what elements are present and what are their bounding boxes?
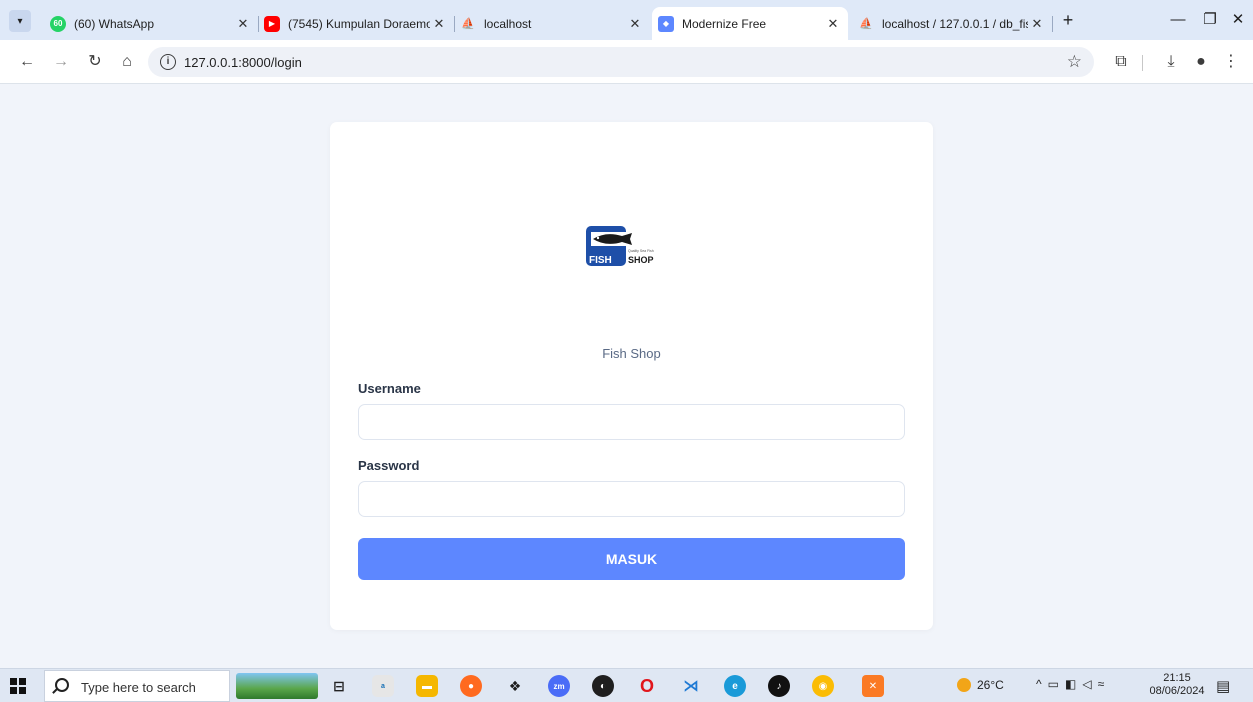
modernize-icon: ◆ bbox=[658, 15, 674, 32]
browser-tab-strip: ▾ 60 (60) WhatsApp ✕ ▶ (7545) Kumpulan D… bbox=[0, 0, 1253, 40]
notification-icon[interactable]: ▤ bbox=[1216, 677, 1230, 695]
home-icon[interactable]: ⌂ bbox=[116, 51, 138, 73]
brand-subtitle: Fish Shop bbox=[602, 346, 661, 361]
tab-title: Modernize Free bbox=[682, 16, 767, 31]
compass-app-icon[interactable]: ◐ bbox=[592, 675, 614, 697]
tab-modernize-free[interactable]: ◆ Modernize Free ✕ bbox=[652, 7, 848, 40]
youtube-icon: ▶ bbox=[264, 15, 280, 32]
menu-kebab-icon[interactable]: ⋮ bbox=[1220, 51, 1242, 73]
minimize-icon[interactable]: — bbox=[1162, 8, 1194, 32]
tab-phpmyadmin-db[interactable]: ⛵ localhost / 127.0.0.1 / db_fis ✕ bbox=[852, 7, 1053, 40]
wifi-icon[interactable]: ≈ bbox=[1098, 677, 1111, 691]
site-info-icon[interactable]: i bbox=[160, 54, 176, 70]
tab-close-icon[interactable]: ✕ bbox=[1028, 16, 1046, 32]
taskbar-clock[interactable]: 21:15 08/06/2024 bbox=[1146, 672, 1208, 698]
username-input[interactable] bbox=[358, 404, 905, 440]
logo-shop-word: SHOP bbox=[628, 255, 654, 265]
address-bar[interactable]: i 127.0.0.1:8000/login ☆ bbox=[148, 47, 1094, 77]
tab-title: localhost bbox=[484, 16, 532, 31]
task-view-icon[interactable]: ⊟ bbox=[328, 675, 350, 697]
weather-sun-icon bbox=[957, 678, 971, 692]
tab-search-chevron-icon[interactable]: ▾ bbox=[9, 10, 31, 32]
password-label: Password bbox=[358, 458, 420, 473]
amazon-icon[interactable]: a bbox=[372, 675, 394, 697]
dropbox-icon[interactable]: ❖ bbox=[504, 675, 526, 697]
login-submit-button[interactable]: MASUK bbox=[358, 538, 905, 580]
tab-separator bbox=[1052, 16, 1053, 32]
forward-arrow-icon[interactable]: → bbox=[50, 51, 72, 73]
tab-close-icon[interactable]: ✕ bbox=[234, 16, 252, 32]
zoom-icon[interactable]: zm bbox=[548, 675, 570, 697]
clock-time: 21:15 bbox=[1163, 672, 1191, 684]
fish-shop-logo: FISH SHOP Quality Sea Fish bbox=[586, 226, 654, 266]
network-icon[interactable]: ◧ bbox=[1065, 677, 1082, 691]
weather-widget[interactable]: 26°C bbox=[957, 678, 1004, 692]
taskbar-search-box[interactable]: Type here to search bbox=[44, 670, 230, 702]
vscode-icon[interactable]: ⋊ bbox=[680, 675, 702, 697]
toolbar-divider bbox=[1142, 55, 1143, 71]
login-card: FISH SHOP Quality Sea Fish Fish Shop Use… bbox=[330, 122, 933, 630]
download-icon[interactable]: ⤓ bbox=[1160, 51, 1182, 73]
phpmyadmin-icon: ⛵ bbox=[859, 18, 873, 30]
clock-date: 08/06/2024 bbox=[1149, 685, 1205, 697]
logo-tagline: Quality Sea Fish bbox=[628, 249, 654, 253]
close-window-icon[interactable]: ✕ bbox=[1222, 8, 1253, 32]
back-arrow-icon[interactable]: ← bbox=[16, 51, 38, 73]
tab-title: (60) WhatsApp bbox=[74, 16, 155, 31]
profile-avatar-icon[interactable]: ● bbox=[1190, 51, 1212, 73]
tab-close-icon[interactable]: ✕ bbox=[430, 16, 448, 32]
windows-start-icon[interactable] bbox=[10, 678, 26, 694]
xampp-icon[interactable]: ✕ bbox=[862, 675, 884, 697]
volume-icon[interactable]: ◁ bbox=[1082, 677, 1097, 691]
address-url: 127.0.0.1:8000/login bbox=[184, 55, 302, 70]
username-label: Username bbox=[358, 381, 421, 396]
chrome-icon[interactable]: ◉ bbox=[812, 675, 834, 697]
taskbar-search-placeholder: Type here to search bbox=[81, 680, 196, 695]
windows-taskbar: Type here to search ⊟ a ▬ ● ❖ zm ◐ O ⋊ e… bbox=[0, 668, 1253, 702]
tab-title: localhost / 127.0.0.1 / db_fis bbox=[882, 16, 1028, 31]
search-icon bbox=[55, 678, 69, 692]
phpmyadmin-icon: ⛵ bbox=[461, 18, 475, 30]
tiktok-icon[interactable]: ♪ bbox=[768, 675, 790, 697]
file-explorer-icon[interactable]: ▬ bbox=[416, 675, 438, 697]
tab-close-icon[interactable]: ✕ bbox=[626, 16, 644, 32]
bookmark-star-icon[interactable]: ☆ bbox=[1067, 52, 1082, 72]
tab-localhost[interactable]: ⛵ localhost ✕ bbox=[454, 7, 650, 40]
browser-toolbar: ← → ↻ ⌂ i 127.0.0.1:8000/login ☆ ⧉ ⤓ ● ⋮ bbox=[0, 40, 1253, 84]
tab-whatsapp[interactable]: 60 (60) WhatsApp ✕ bbox=[44, 7, 259, 40]
tab-youtube[interactable]: ▶ (7545) Kumpulan Doraemon ✕ bbox=[258, 7, 455, 40]
tab-close-icon[interactable]: ✕ bbox=[824, 16, 842, 32]
edge-icon[interactable]: e bbox=[724, 675, 746, 697]
reload-icon[interactable]: ↻ bbox=[84, 51, 106, 73]
search-highlight-image[interactable] bbox=[236, 673, 318, 699]
system-tray[interactable]: ^▭◧◁≈ bbox=[1036, 677, 1110, 691]
logo-fish-word: FISH bbox=[589, 255, 612, 266]
tray-chevron-up-icon[interactable]: ^ bbox=[1036, 677, 1048, 691]
extensions-icon[interactable]: ⧉ bbox=[1110, 51, 1132, 73]
firefox-icon[interactable]: ● bbox=[460, 675, 482, 697]
weather-temperature: 26°C bbox=[977, 678, 1004, 692]
opera-icon[interactable]: O bbox=[636, 675, 658, 697]
page-content: FISH SHOP Quality Sea Fish Fish Shop Use… bbox=[0, 85, 1253, 668]
tab-title: (7545) Kumpulan Doraemon bbox=[288, 16, 430, 31]
new-tab-button[interactable]: + bbox=[1057, 9, 1079, 31]
whatsapp-icon: 60 bbox=[50, 15, 66, 32]
battery-icon[interactable]: ▭ bbox=[1048, 677, 1065, 691]
password-input[interactable] bbox=[358, 481, 905, 517]
